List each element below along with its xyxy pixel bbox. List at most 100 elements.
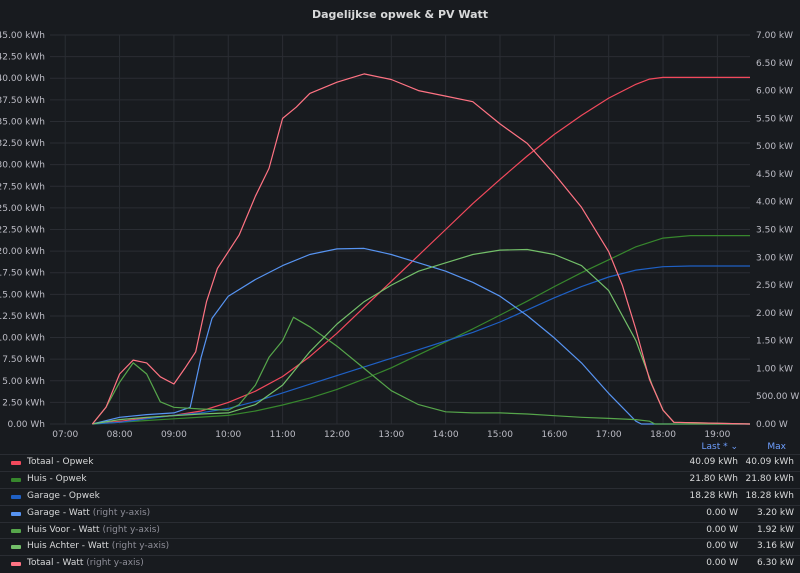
right-y-tick-label: 3.50 kW	[756, 226, 793, 236]
series-line-garage-watt	[92, 247, 750, 425]
right-y-tick-label: 4.00 kW	[756, 198, 793, 208]
left-y-tick-label: 0.00 Wh	[7, 420, 45, 430]
left-y-axis: 0.00 Wh 2.50 kWh 5.00 kWh 7.50 kWh 10.00 kWh…	[0, 31, 45, 430]
right-y-tick-label: 500.00 W	[756, 392, 799, 402]
series-lines	[91, 73, 751, 425]
legend-row[interactable]: Garage - Watt (right y-axis) 0.00 W 3.20…	[0, 504, 800, 522]
x-tick-label: 18:00	[650, 430, 676, 440]
left-y-tick-label: 30.00 kWh	[0, 161, 45, 171]
axis-note: (right y-axis)	[102, 524, 160, 535]
legend-row[interactable]: Totaal - Opwek 40.09 kWh 40.09 kWh	[0, 454, 800, 471]
axis-note: (right y-axis)	[86, 558, 144, 569]
last-value: 0.00 W	[706, 541, 738, 552]
last-value: 0.00 W	[706, 558, 738, 569]
left-y-tick-label: 42.50 kWh	[0, 53, 45, 63]
right-y-tick-label: 7.00 kW	[756, 31, 793, 41]
max-value: 18.28 kWh	[745, 490, 794, 501]
series-color-swatch	[11, 511, 21, 516]
legend-row[interactable]: Totaal - Watt (right y-axis) 0.00 W 6.30…	[0, 555, 800, 572]
legend-table: Last * ⌄ Max Totaal - Opwek 40.09 kWh 40…	[0, 440, 800, 572]
x-tick-label: 19:00	[704, 430, 730, 440]
x-tick-label: 09:00	[161, 430, 187, 440]
max-value: 1.92 kW	[756, 524, 794, 535]
max-value: 21.80 kWh	[745, 473, 794, 484]
right-y-tick-label: 4.50 kW	[756, 170, 793, 180]
x-tick-label: 11:00	[270, 430, 296, 440]
series-color-swatch	[11, 477, 21, 482]
legend-row[interactable]: Huis - Opwek 21.80 kWh 21.80 kWh	[0, 470, 800, 488]
x-tick-label: 08:00	[107, 430, 133, 440]
right-y-tick-label: 2.00 kW	[756, 309, 793, 319]
axis-note: (right y-axis)	[111, 541, 170, 552]
right-y-axis: 0.00 W 500.00 W 1.00 kW 1.50 kW 2.00 kW 2.50 …	[756, 31, 799, 430]
series-name: Huis Voor - Watt	[27, 524, 100, 535]
left-y-tick-label: 2.50 kWh	[2, 398, 45, 408]
right-y-tick-label: 5.00 kW	[756, 142, 793, 152]
x-tick-label: 10:00	[215, 430, 241, 440]
left-y-tick-label: 10.00 kWh	[0, 334, 45, 344]
right-y-tick-label: 3.00 kW	[756, 253, 793, 263]
series-color-swatch	[11, 528, 21, 533]
series-line-huis-voor-watt	[91, 316, 750, 425]
left-y-tick-label: 12.50 kWh	[0, 312, 45, 322]
left-y-tick-label: 25.00 kWh	[0, 204, 45, 214]
left-y-tick-label: 40.00 kWh	[0, 74, 45, 84]
series-label: Huis Achter - Watt (right y-axis)	[27, 541, 169, 551]
series-label: Garage - Watt (right y-axis)	[27, 508, 150, 518]
series-name: Garage - Opwek	[27, 490, 100, 501]
legend-header: Last * ⌄ Max	[0, 440, 800, 454]
series-label: Huis Voor - Watt (right y-axis)	[27, 525, 160, 535]
series-name: Totaal - Opwek	[27, 457, 94, 467]
x-axis: 07:00 08:00 09:00 10:00 11:00 12:00 13:00 14:00…	[52, 430, 730, 440]
left-y-tick-label: 17.50 kWh	[0, 269, 45, 279]
series-name: Huis - Opwek	[27, 473, 87, 484]
left-y-tick-label: 45.00 kWh	[0, 31, 45, 41]
x-tick-label: 14:00	[433, 430, 459, 440]
last-value: 0.00 W	[706, 524, 738, 535]
right-y-tick-label: 1.50 kW	[756, 337, 793, 347]
max-value: 3.16 kW	[756, 541, 794, 552]
right-y-tick-label: 5.50 kW	[756, 114, 793, 124]
x-tick-label: 15:00	[487, 430, 513, 440]
max-value: 3.20 kW	[756, 507, 794, 518]
legend-row[interactable]: Huis Achter - Watt (right y-axis) 0.00 W…	[0, 538, 800, 555]
series-name: Totaal - Watt	[27, 558, 84, 569]
left-y-tick-label: 15.00 kWh	[0, 290, 45, 300]
series-name: Huis Achter - Watt	[27, 541, 109, 552]
series-color-swatch	[11, 562, 21, 567]
max-value: 40.09 kWh	[745, 457, 794, 467]
series-line-totaal-watt	[91, 73, 751, 425]
left-y-tick-label: 35.00 kWh	[0, 117, 45, 127]
axis-note: (right y-axis)	[92, 507, 151, 518]
left-y-tick-label: 37.50 kWh	[0, 96, 45, 106]
series-line-huis-achter-watt	[92, 248, 751, 425]
right-y-tick-label: 6.50 kW	[756, 59, 793, 69]
left-y-tick-label: 27.50 kWh	[0, 182, 45, 192]
chart-area: 0.00 Wh 2.50 kWh 5.00 kWh 7.50 kWh 10.00 kWh…	[0, 31, 799, 440]
right-y-tick-label: 2.50 kW	[756, 281, 793, 291]
x-tick-label: 07:00	[52, 430, 78, 440]
right-y-tick-label: 1.00 kW	[756, 364, 793, 374]
left-y-tick-label: 22.50 kWh	[0, 226, 45, 236]
x-tick-label: 16:00	[541, 430, 567, 440]
last-column-header[interactable]: Last * ⌄	[701, 442, 738, 452]
left-y-tick-label: 5.00 kWh	[2, 377, 45, 387]
max-value: 6.30 kW	[756, 558, 794, 569]
max-column-header[interactable]: Max	[767, 442, 786, 452]
left-y-tick-label: 32.50 kWh	[0, 139, 45, 149]
series-name: Garage - Watt	[27, 507, 90, 518]
left-y-tick-label: 20.00 kWh	[0, 247, 45, 257]
legend-row[interactable]: Garage - Opwek 18.28 kWh 18.28 kWh	[0, 487, 800, 505]
series-line-garage-opwek	[92, 265, 750, 425]
series-color-swatch	[11, 545, 21, 550]
series-label: Totaal - Watt (right y-axis)	[27, 558, 144, 568]
last-value: 21.80 kWh	[689, 473, 738, 484]
series-color-swatch	[11, 494, 21, 499]
x-tick-label: 13:00	[378, 430, 404, 440]
series-label: Huis - Opwek	[27, 474, 87, 484]
last-value: 18.28 kWh	[689, 490, 738, 501]
series-label: Totaal - Opwek	[27, 457, 93, 467]
legend-row[interactable]: Huis Voor - Watt (right y-axis) 0.00 W 1…	[0, 521, 800, 539]
last-value: 40.09 kWh	[689, 457, 738, 467]
right-y-tick-label: 0.00 W	[756, 420, 788, 430]
